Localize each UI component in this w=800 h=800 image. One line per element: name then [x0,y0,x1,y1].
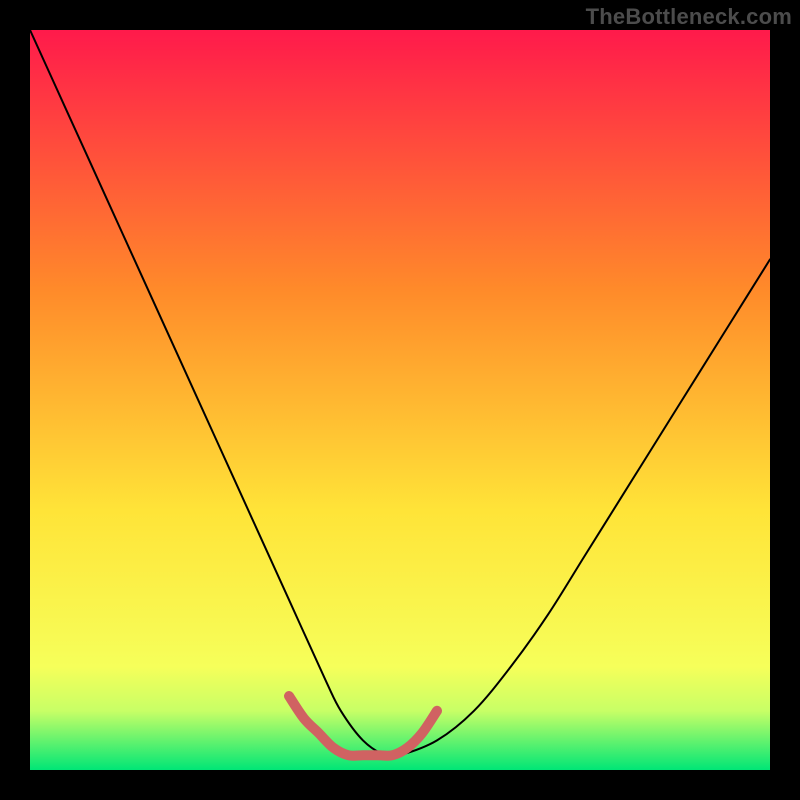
bottleneck-chart [30,30,770,770]
watermark-text: TheBottleneck.com [586,4,792,30]
plot-area [30,30,770,770]
gradient-background [30,30,770,770]
chart-frame: TheBottleneck.com [0,0,800,800]
